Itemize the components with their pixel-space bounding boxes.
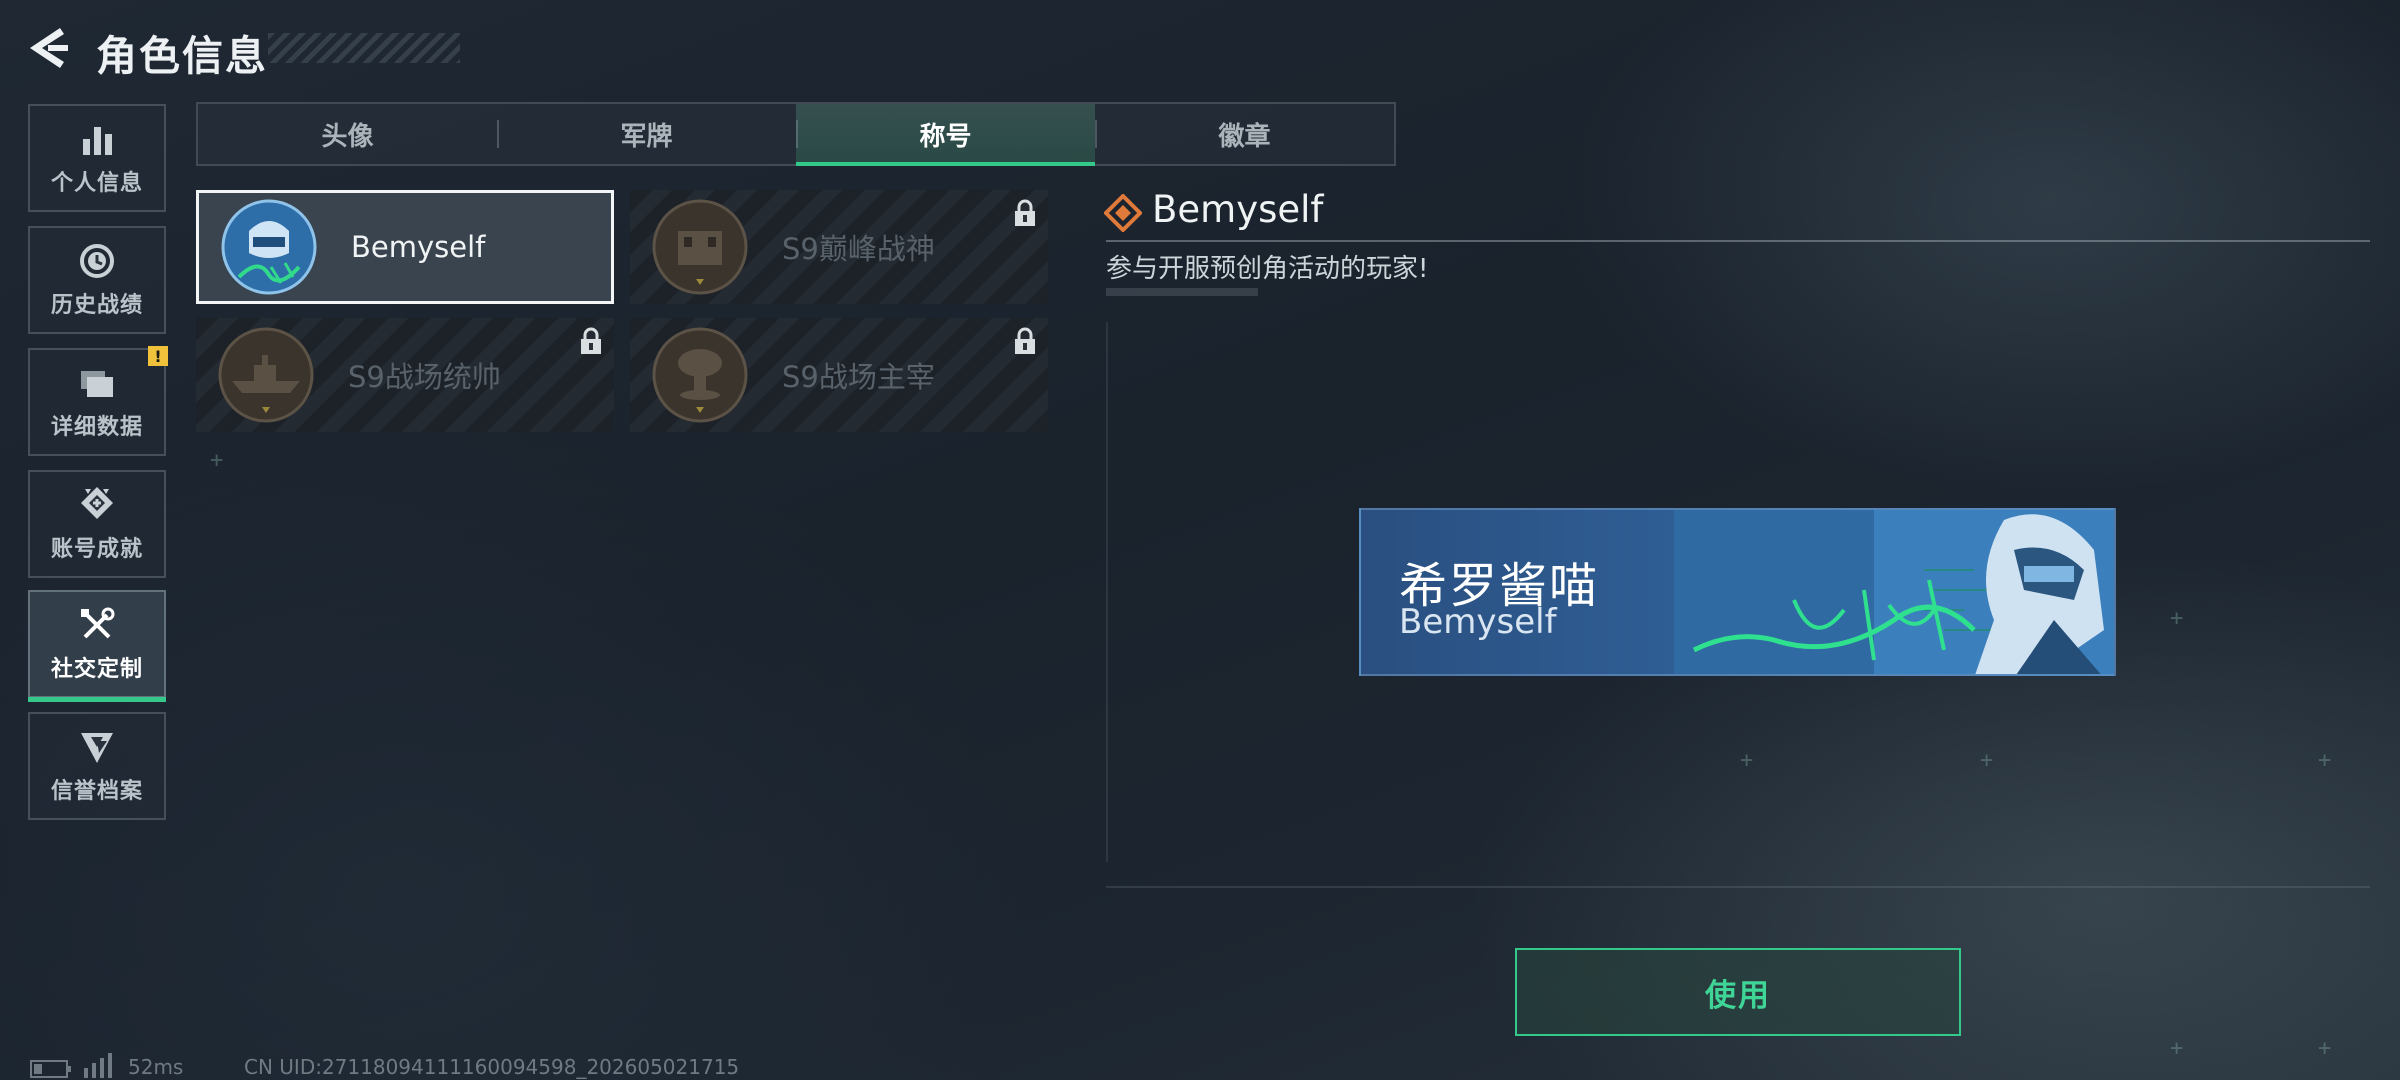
sidebar-item-label: 个人信息 — [50, 171, 143, 196]
tab-title[interactable]: 称号 — [796, 104, 1095, 166]
grid-plus-mark: + — [1740, 748, 1754, 773]
grid-plus-mark: + — [2170, 1036, 2184, 1061]
grid-plus-mark: + — [210, 448, 224, 473]
frame-line — [1106, 886, 2370, 888]
latency-readout: 52ms — [128, 1055, 184, 1079]
sidebar-item-label: 详细数据 — [50, 415, 143, 440]
divider — [1106, 240, 2370, 242]
title-diamond-icon — [1104, 194, 1142, 232]
grid-plus-mark: + — [1980, 748, 1994, 773]
frame-line — [1106, 322, 1108, 862]
grid-plus-mark: + — [2318, 1036, 2332, 1061]
title-card-name: Bemyself — [351, 230, 486, 264]
shield-chevron-icon — [81, 733, 113, 763]
alert-badge: ! — [148, 346, 168, 366]
detail-title-name: Bemyself — [1152, 188, 1324, 231]
tab-badge[interactable]: 徽章 — [1095, 104, 1394, 164]
bemyself-emblem-icon — [221, 199, 317, 295]
sidebar-item-reputation[interactable]: 信誉档案 — [28, 712, 166, 820]
sidebar-item-label: 信誉档案 — [50, 779, 143, 804]
signal-icon — [84, 1053, 112, 1078]
detail-description: 参与开服预创角活动的玩家! — [1106, 254, 1429, 284]
sidebar-item-detailed-data[interactable]: 详细数据 ! — [28, 346, 168, 456]
title-card-bemyself[interactable]: Bemyself — [196, 190, 614, 304]
user-uid: CN UID:27118094111160094598_202605021715 — [244, 1055, 740, 1079]
page-title: 角色信息 — [96, 32, 268, 80]
tab-dog-tag[interactable]: 军牌 — [497, 104, 796, 164]
mushroom-cloud-emblem-icon — [652, 327, 748, 423]
use-button[interactable]: 使用 — [1515, 948, 1961, 1036]
wrench-screwdriver-icon — [81, 607, 115, 639]
grid-plus-mark: + — [2170, 606, 2184, 631]
title-card-s9-dominator[interactable]: S9战场主宰 — [630, 318, 1048, 432]
sidebar-item-personal-info[interactable]: 个人信息 — [28, 104, 166, 212]
lock-icon — [1015, 327, 1035, 354]
clock-icon — [80, 244, 114, 278]
title-decoration — [268, 33, 460, 63]
banner-title: Bemyself — [1399, 602, 1557, 642]
sidebar-item-label: 账号成就 — [50, 537, 143, 562]
fortress-emblem-icon — [652, 199, 748, 295]
soldier-signature-art — [1674, 510, 2114, 674]
title-card-s9-peak[interactable]: S9巅峰战神 — [630, 190, 1048, 304]
folder-icon — [81, 371, 113, 397]
back-arrow-icon[interactable] — [26, 24, 70, 72]
tab-bar: 头像 军牌 称号 徽章 — [196, 102, 1396, 166]
grid-plus-mark: + — [2318, 748, 2332, 773]
sidebar-item-label: 社交定制 — [50, 657, 143, 682]
sidebar-item-achievements[interactable]: 账号成就 — [28, 470, 166, 578]
title-card-name: S9战场统帅 — [348, 360, 501, 394]
sidebar-item-label: 历史战绩 — [50, 293, 143, 318]
title-banner-preview: 希罗酱喵 Bemyself — [1359, 508, 2116, 676]
bar-chart-icon — [83, 127, 112, 155]
title-card-s9-commander[interactable]: S9战场统帅 — [196, 318, 614, 432]
sidebar-item-social-custom[interactable]: 社交定制 — [28, 590, 166, 702]
lock-icon — [1015, 199, 1035, 226]
title-card-name: S9巅峰战神 — [782, 232, 935, 266]
lock-icon — [581, 327, 601, 354]
tab-avatar[interactable]: 头像 — [198, 104, 497, 164]
battery-icon — [30, 1060, 71, 1078]
achievement-icon — [81, 487, 113, 519]
sidebar-item-match-history[interactable]: 历史战绩 — [28, 226, 166, 334]
title-card-name: S9战场主宰 — [782, 360, 935, 394]
battleship-emblem-icon — [218, 327, 314, 423]
decorative-bar — [1106, 288, 1258, 296]
